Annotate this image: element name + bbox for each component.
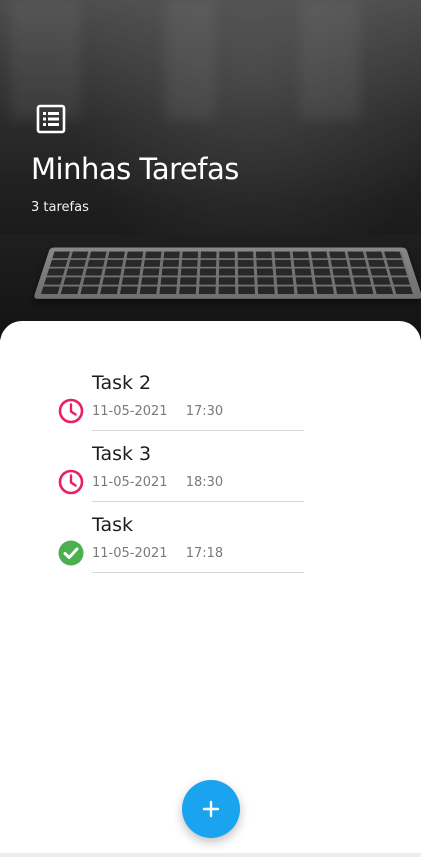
add-task-button[interactable] bbox=[182, 780, 240, 838]
app-screen: Minhas Tarefas 3 tarefas Task 2 11-05-20… bbox=[0, 0, 421, 857]
plus-icon bbox=[202, 800, 220, 818]
list-item[interactable]: Task 3 11-05-2021 18:30 bbox=[56, 441, 304, 511]
task-meta: 11-05-2021 18:30 bbox=[92, 475, 237, 490]
task-name: Task bbox=[92, 514, 134, 536]
task-date: 11-05-2021 bbox=[92, 475, 168, 490]
task-name: Task 3 bbox=[92, 443, 152, 465]
task-date: 11-05-2021 bbox=[92, 404, 168, 419]
divider bbox=[92, 501, 304, 502]
header: Minhas Tarefas 3 tarefas bbox=[0, 0, 421, 340]
divider bbox=[92, 572, 304, 573]
clock-icon bbox=[58, 398, 84, 424]
task-time: 17:18 bbox=[185, 546, 224, 561]
task-time: 18:30 bbox=[185, 475, 224, 490]
task-date: 11-05-2021 bbox=[92, 546, 168, 561]
task-time: 17:30 bbox=[185, 404, 224, 419]
task-meta: 11-05-2021 17:18 bbox=[92, 546, 237, 561]
bottom-edge bbox=[0, 853, 421, 857]
list-icon bbox=[36, 104, 66, 134]
task-name: Task 2 bbox=[92, 372, 152, 394]
check-circle-icon bbox=[58, 540, 84, 566]
page-title: Minhas Tarefas bbox=[31, 152, 239, 186]
list-item[interactable]: Task 11-05-2021 17:18 bbox=[56, 512, 304, 582]
task-count: 3 tarefas bbox=[31, 200, 89, 215]
divider bbox=[92, 430, 304, 431]
clock-icon bbox=[58, 469, 84, 495]
task-meta: 11-05-2021 17:30 bbox=[92, 404, 237, 419]
list-item[interactable]: Task 2 11-05-2021 17:30 bbox=[56, 370, 304, 440]
